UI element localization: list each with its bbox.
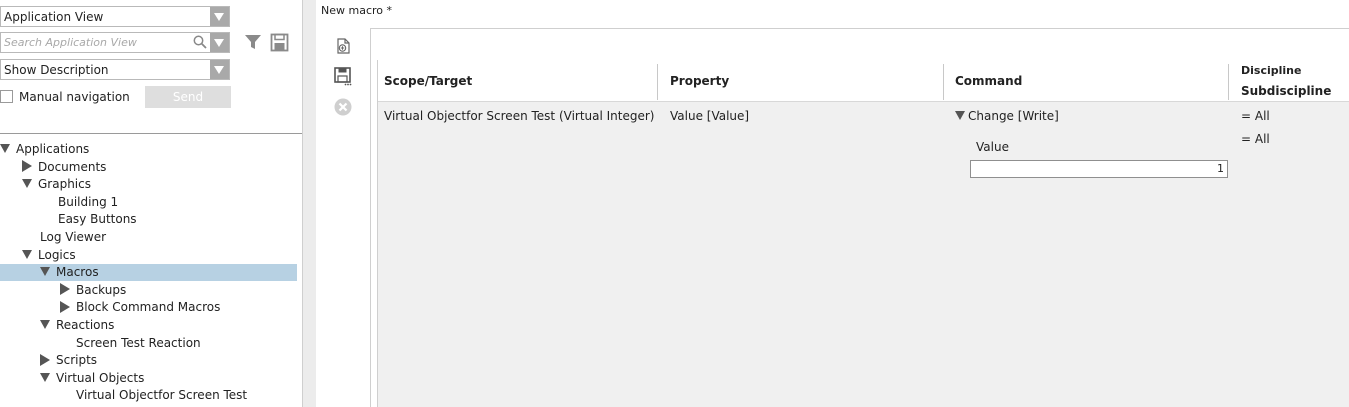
chevron-down-icon[interactable]: [210, 7, 229, 26]
tree-node-macros[interactable]: Macros: [0, 264, 297, 282]
search-icon[interactable]: [193, 35, 207, 49]
expanded-arrow-icon[interactable]: [955, 111, 965, 120]
filter-icon[interactable]: [244, 33, 262, 51]
delete-icon[interactable]: [333, 97, 353, 117]
tree-node-scripts[interactable]: Scripts: [40, 352, 97, 369]
tree-node-label: Building 1: [58, 194, 119, 209]
tree-node-easy-buttons[interactable]: Easy Buttons: [58, 211, 137, 228]
chevron-down-icon[interactable]: [210, 60, 229, 79]
tree-node-label: Backups: [76, 282, 127, 297]
tree-node-label: Block Command Macros: [76, 300, 221, 315]
tree-node-label: Screen Test Reaction: [76, 335, 201, 350]
column-separator[interactable]: [1228, 64, 1229, 100]
search-placeholder: Search Application View: [4, 36, 137, 49]
tree-node-reactions[interactable]: Reactions: [40, 317, 114, 334]
tree-node-label: Log Viewer: [40, 230, 107, 244]
search-input[interactable]: Search Application View: [0, 32, 230, 53]
tree-node-label: Virtual Objects: [56, 370, 145, 385]
step-scope-target[interactable]: Virtual Objectfor Screen Test (Virtual I…: [384, 109, 655, 123]
tree-node-label: Easy Buttons: [58, 212, 137, 227]
tree-node-documents[interactable]: Documents: [22, 159, 106, 176]
pane-splitter[interactable]: [302, 0, 316, 407]
grid-header: Scope/Target Property Command Discipline…: [378, 60, 1349, 102]
parameter-value-input[interactable]: 1: [970, 160, 1228, 178]
tree-node-backups[interactable]: Backups: [60, 282, 126, 299]
tree-node-label: Reactions: [56, 318, 115, 332]
editor-title: New macro *: [321, 4, 393, 17]
expanded-arrow-icon[interactable]: [22, 249, 32, 259]
manual-navigation-label: Manual navigation: [19, 90, 130, 104]
macro-steps-grid: Scope/Target Property Command Discipline…: [377, 60, 1349, 407]
tree-node-label: Logics: [38, 247, 76, 262]
step-command[interactable]: Change [Write]: [955, 109, 1059, 123]
tree-node-applications[interactable]: Applications: [0, 141, 89, 158]
step-subdiscipline: = All: [1241, 132, 1270, 146]
editor-toolbar: [325, 28, 371, 407]
column-separator[interactable]: [657, 64, 658, 100]
tree-node-graphics[interactable]: Graphics: [22, 176, 91, 193]
tree-node-log-viewer[interactable]: Log Viewer: [40, 229, 106, 246]
step-property[interactable]: Value [Value]: [670, 109, 749, 123]
collapsed-arrow-icon[interactable]: [22, 160, 32, 173]
column-separator[interactable]: [943, 64, 944, 100]
send-button[interactable]: Send: [145, 86, 231, 108]
description-dropdown[interactable]: Show Description: [0, 59, 230, 80]
parameter-label: Value: [976, 140, 1009, 154]
save-icon[interactable]: [270, 33, 289, 52]
step-discipline: = All: [1241, 109, 1270, 123]
tree-node-label: Applications: [16, 142, 90, 156]
chevron-down-icon[interactable]: [210, 33, 229, 52]
view-selector-value: Application View: [4, 10, 104, 24]
add-step-icon[interactable]: [333, 36, 353, 56]
tree-node-virtual-object-screen-test[interactable]: Virtual Objectfor Screen Test: [76, 387, 247, 404]
tree-node-screen-test-reaction[interactable]: Screen Test Reaction: [76, 335, 201, 352]
tree-node-logics[interactable]: Logics: [22, 247, 76, 264]
tree-node-label: Documents: [38, 159, 107, 174]
navigation-panel: Application View Search Application View…: [0, 0, 302, 407]
collapsed-arrow-icon[interactable]: [60, 283, 70, 296]
expanded-arrow-icon[interactable]: [40, 267, 50, 277]
view-selector-dropdown[interactable]: Application View: [0, 6, 230, 27]
expanded-arrow-icon[interactable]: [0, 144, 10, 153]
tree-node-block-command-macros[interactable]: Block Command Macros: [60, 299, 220, 316]
description-value: Show Description: [4, 63, 109, 77]
toolbar-divider: [371, 28, 1349, 29]
expanded-arrow-icon[interactable]: [40, 372, 50, 382]
save-icon[interactable]: [333, 66, 353, 86]
tree-node-building-1[interactable]: Building 1: [58, 194, 118, 211]
tree-node-label: Macros: [56, 265, 99, 280]
manual-navigation-checkbox[interactable]: [0, 90, 13, 103]
collapsed-arrow-icon[interactable]: [60, 300, 70, 313]
collapsed-arrow-icon[interactable]: [40, 353, 50, 366]
expanded-arrow-icon[interactable]: [40, 320, 50, 329]
step-command-label: Change [Write]: [968, 109, 1059, 123]
tree-node-label: Scripts: [56, 353, 98, 368]
tree-node-virtual-objects[interactable]: Virtual Objects: [40, 370, 144, 387]
expanded-arrow-icon[interactable]: [22, 179, 32, 189]
tree-node-label: Graphics: [38, 177, 91, 192]
tree-node-label: Virtual Objectfor Screen Test: [76, 388, 248, 403]
divider: [0, 133, 302, 134]
